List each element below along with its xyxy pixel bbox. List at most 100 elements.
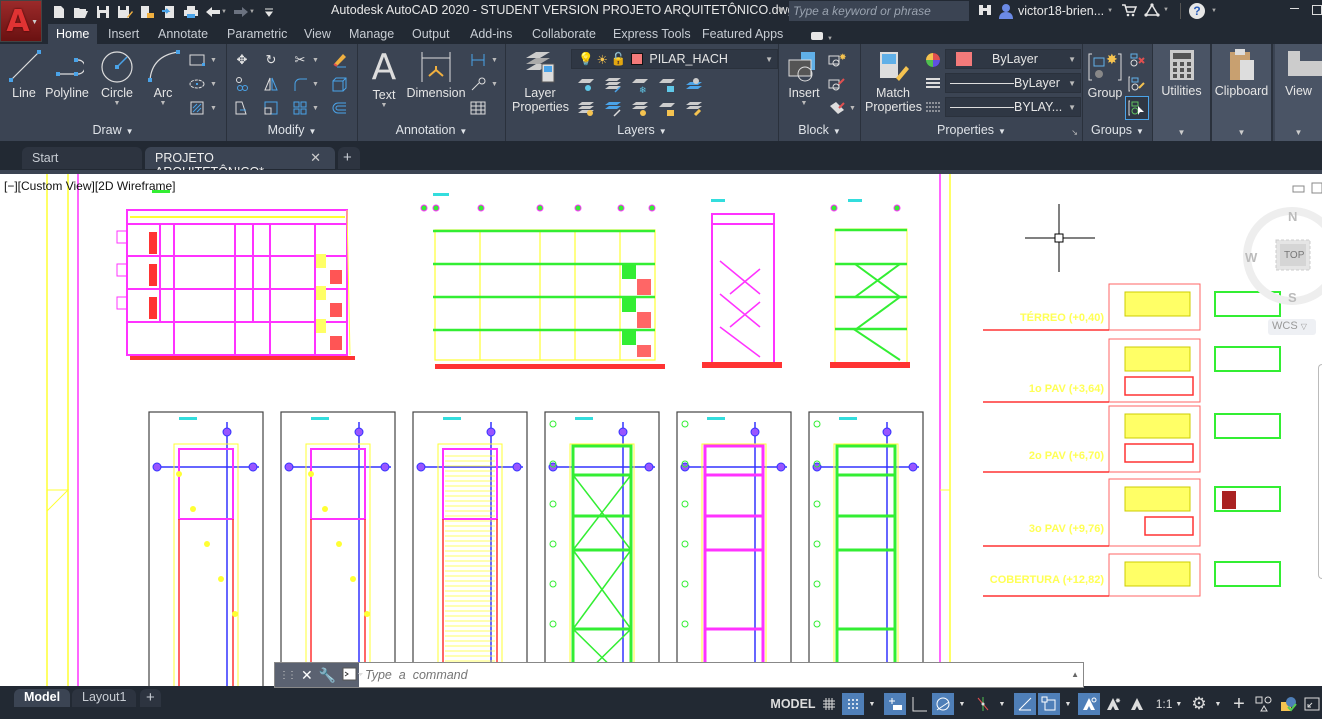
array-icon[interactable] [290,98,310,118]
close-icon[interactable]: ✕ [301,667,313,684]
ellipse-icon[interactable] [187,74,207,94]
layer-freeze-icon[interactable]: ❄ [630,75,650,95]
group-selection-toggle[interactable] [1125,96,1149,120]
drawing-canvas[interactable] [0,174,1322,686]
edit-attributes-icon[interactable] [827,98,847,118]
grid-icon[interactable] [819,693,839,715]
auto-scale-icon[interactable]: ✸ [1102,693,1124,715]
close-tab-icon[interactable]: ✕ [310,150,321,166]
layer-lock-icon[interactable] [657,75,677,95]
group-edit-icon[interactable] [1127,74,1147,94]
ungroup-icon[interactable] [1127,50,1147,70]
layer-thaw-icon[interactable]: ☀ [597,52,608,67]
tab-layout1[interactable]: Layout1 [72,689,137,707]
workspace-dropdown-icon[interactable]: ▼ [1212,693,1224,715]
new-layout-button[interactable]: + [140,689,161,707]
viewcube-south[interactable]: S [1288,290,1297,305]
mirror-icon[interactable] [261,74,281,94]
circle-button[interactable]: Circle ▼ [98,50,136,107]
tab-featured-apps[interactable]: Featured Apps [694,24,791,44]
hardware-acceleration-icon[interactable] [1277,693,1299,715]
insert-block-button[interactable]: Insert ▼ [783,50,825,107]
polar-dropdown-icon[interactable]: ▼ [956,693,968,715]
tab-add-ins[interactable]: Add-ins [462,24,520,44]
fillet-icon[interactable] [290,74,310,94]
panel-modify-label[interactable]: Modify ▼ [227,121,357,139]
workspace-gear-icon[interactable]: ⚙ [1188,693,1210,715]
annotation-scale-dropdown[interactable]: 1:1 ▼ [1152,693,1186,715]
minimize-button[interactable] [1290,8,1299,9]
edit-block-icon[interactable] [827,74,847,94]
polar-tracking-icon[interactable] [932,693,954,715]
erase-icon[interactable] [329,50,349,70]
tab-express-tools[interactable]: Express Tools [605,24,699,44]
autodesk-app-store-icon[interactable] [1121,3,1137,17]
tab-output[interactable]: Output [404,24,458,44]
layer-match-icon[interactable] [603,75,623,95]
layer-off-icon[interactable] [576,75,596,95]
redo-icon[interactable]: ▼ [230,3,258,21]
viewcube-west[interactable]: W [1245,250,1257,265]
tab-annotate[interactable]: Annotate [150,24,216,44]
help-button[interactable]: ? ▼ [1189,3,1217,19]
object-snap-tracking-icon[interactable] [1014,693,1036,715]
open-from-web-icon[interactable] [136,3,158,21]
object-snap-icon[interactable] [1038,693,1060,715]
isodraft-icon[interactable] [972,693,994,715]
tab-view[interactable]: View [296,24,339,44]
tab-home[interactable]: Home [48,24,98,44]
isodraft-dropdown-icon[interactable]: ▼ [996,693,1008,715]
help-search-input[interactable]: Type a keyword or phrase [789,1,969,21]
3d-box-icon[interactable] [329,74,349,94]
dynamic-input-icon[interactable] [884,693,906,715]
model-space-button[interactable]: MODEL [769,693,817,715]
linear-dimension-icon[interactable] [468,50,488,70]
annotation-visibility-icon[interactable] [1078,693,1100,715]
viewcube-top-face[interactable]: TOP [1284,250,1304,261]
save-icon[interactable] [92,3,114,21]
dimension-button[interactable]: Dimension [406,50,466,100]
panel-properties-label[interactable]: Properties ▼ [861,121,1082,139]
ribbon-minimize-button[interactable]: ▼ [803,26,841,46]
autodesk-a360-icon[interactable]: ▼ [1144,3,1169,17]
object-snap-dropdown-icon[interactable]: ▼ [1062,693,1074,715]
grip-handle[interactable]: ⋮⋮ [279,670,297,681]
line-button[interactable]: Line [6,50,42,100]
polyline-button[interactable]: Polyline [44,50,90,100]
tab-manage[interactable]: Manage [341,24,402,44]
sign-in-button[interactable]: victor18-brien... ▼ [998,3,1113,19]
group-button[interactable]: ✸ Group [1085,50,1125,100]
leader-icon[interactable] [468,74,488,94]
layer-unlock-icon[interactable]: 🔓 [611,52,627,67]
clean-screen-icon[interactable] [1302,693,1322,715]
panel-groups-label[interactable]: Groups ▼ [1083,121,1152,139]
open-icon[interactable] [70,3,92,21]
navigation-bar[interactable] [1318,364,1322,579]
layer-thaw-all-icon[interactable] [630,99,650,119]
trim-icon[interactable]: ✂ [290,50,310,70]
lineweight-dropdown[interactable]: ByLayer ▼ [945,73,1081,93]
save-as-icon[interactable] [114,3,136,21]
drawing-viewport[interactable]: [−][Custom View][2D Wireframe] N S W TOP… [0,174,1322,686]
panel-block-label[interactable]: Block ▼ [779,121,860,139]
layer-change-current-icon[interactable] [603,99,623,119]
panel-annotation-label[interactable]: Annotation ▼ [358,121,505,139]
stretch-icon[interactable] [232,98,252,118]
panel-layers-label[interactable]: Layers ▼ [506,121,778,139]
color-dropdown[interactable]: ByLayer ▼ [945,49,1081,69]
layer-isolate-icon[interactable] [684,75,704,95]
hatch-icon[interactable] [187,98,207,118]
viewport-controls-label[interactable]: [−][Custom View][2D Wireframe] [4,179,176,193]
snap-dropdown-icon[interactable]: ▼ [866,693,878,715]
layer-walk-icon[interactable] [684,99,704,119]
viewport-minimize-icon[interactable] [1292,185,1305,193]
rectangle-icon[interactable] [187,50,207,70]
undo-icon[interactable]: ▼ [202,3,230,21]
arc-button[interactable]: Arc ▼ [145,50,181,107]
tab-insert[interactable]: Insert [100,24,147,44]
viewcube-north[interactable]: N [1288,209,1297,224]
panel-view[interactable]: View ▼ [1275,44,1322,141]
maximize-button[interactable] [1312,5,1322,15]
rotate-icon[interactable]: ↻ [261,50,281,70]
tab-model[interactable]: Model [14,689,71,707]
